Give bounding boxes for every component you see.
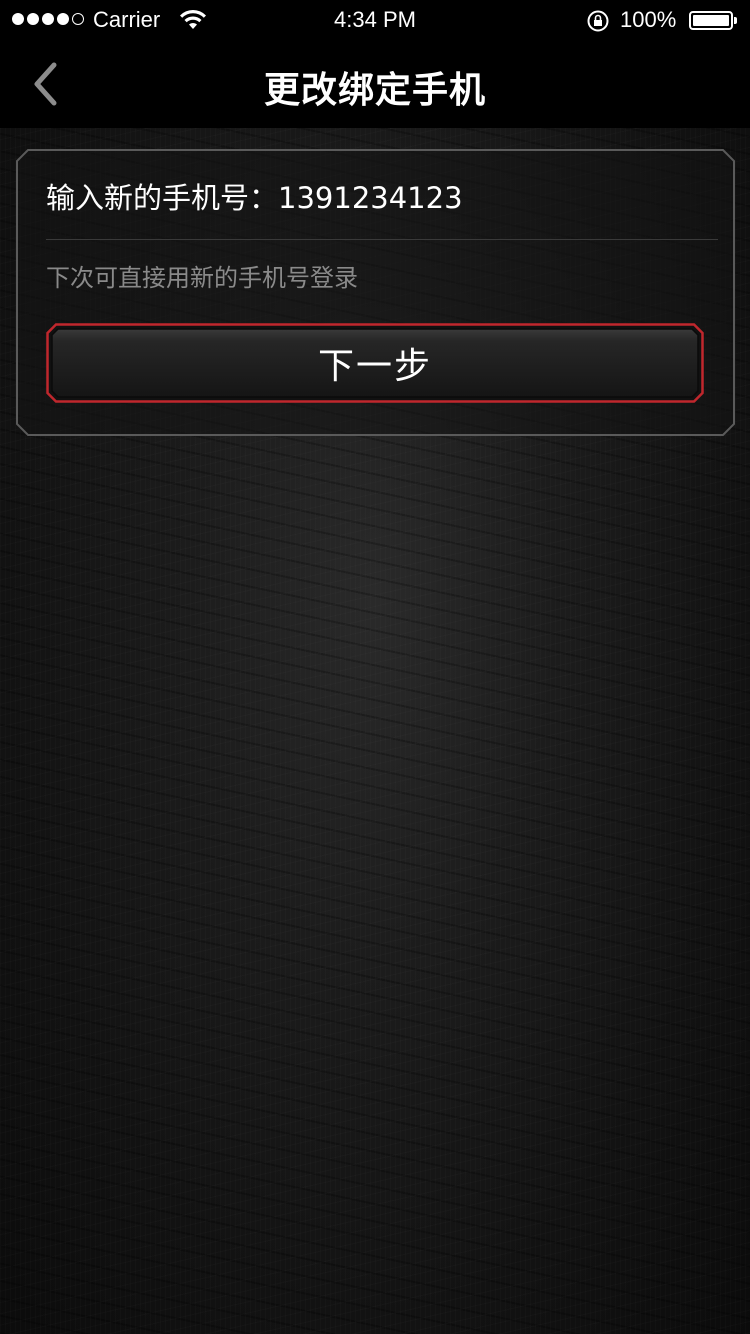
- phone-label: 输入新的手机号：: [46, 181, 279, 215]
- status-bar: Carrier 4:34 PM 100%: [0, 0, 750, 40]
- screen: Carrier 4:34 PM 100% 更改绑定手机 输入新的手机号：1391…: [0, 0, 750, 1334]
- rotation-lock-icon: [587, 10, 609, 32]
- next-step-button[interactable]: 下一步: [46, 323, 704, 403]
- phone-number-field[interactable]: 输入新的手机号：1391234123: [46, 175, 463, 217]
- navigation-bar: 更改绑定手机: [0, 40, 750, 128]
- hint-text: 下次可直接用新的手机号登录: [46, 264, 358, 292]
- phone-value: 1391234123: [278, 181, 463, 215]
- battery-percent: 100%: [620, 7, 677, 32]
- battery-icon: [689, 11, 737, 30]
- page-title: 更改绑定手机: [263, 70, 486, 111]
- next-step-label: 下一步: [317, 346, 432, 387]
- phone-form-card: 输入新的手机号：1391234123 下次可直接用新的手机号登录 下一步: [16, 149, 735, 436]
- divider: [46, 239, 718, 240]
